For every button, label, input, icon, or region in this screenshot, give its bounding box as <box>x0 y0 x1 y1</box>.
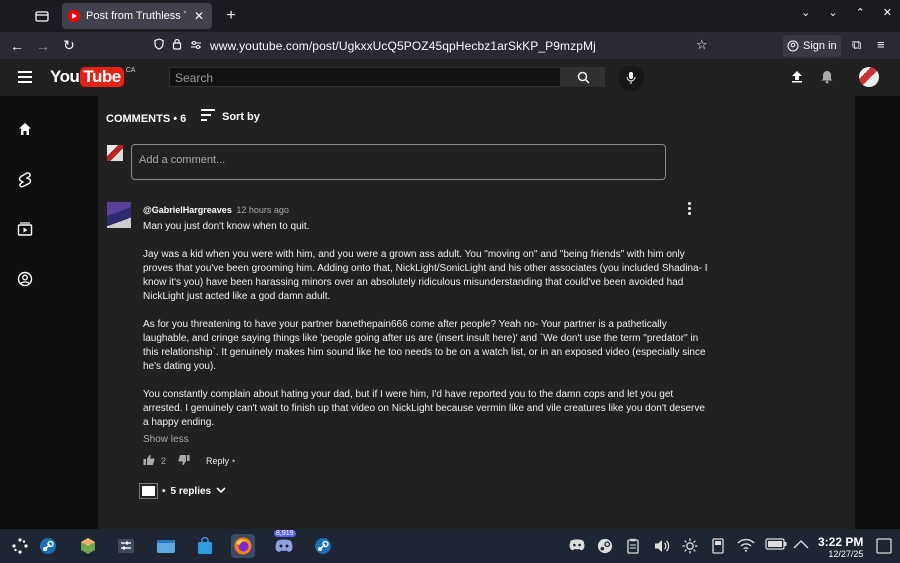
firefox-taskbar-icon[interactable] <box>231 534 255 558</box>
url-text[interactable]: www.youtube.com/post/UgkxxUcQ5POZ45qpHec… <box>210 39 596 53</box>
file-manager-icon[interactable] <box>154 534 178 558</box>
sort-icon <box>201 109 215 124</box>
window-controls: ⌄ ⌄ ⌃ ✕ <box>801 6 892 19</box>
youtube-masthead: You Tube CA Search <box>0 59 900 96</box>
sign-in-button[interactable]: Sign in <box>783 35 841 57</box>
tab-title: Post from Truthless The <box>86 10 186 22</box>
comment-author-avatar[interactable] <box>107 202 131 228</box>
show-desktop-icon[interactable] <box>876 538 892 557</box>
add-comment-input[interactable]: Add a comment... <box>131 144 666 180</box>
back-arrow-icon[interactable]: ← <box>4 35 30 57</box>
system-clock[interactable]: 3:22 PM 12/27/25 <box>818 535 863 559</box>
package-manager-icon[interactable] <box>76 534 100 558</box>
new-tab-icon[interactable]: + <box>222 7 240 25</box>
comment-paragraph: Jay was a kid when you were with him, an… <box>143 249 708 302</box>
storage-device-icon[interactable] <box>712 538 724 557</box>
search-button[interactable] <box>561 67 605 87</box>
youtube-favicon-icon <box>68 10 80 22</box>
brightness-icon[interactable] <box>682 538 698 557</box>
tracking-shield-icon[interactable] <box>154 37 164 55</box>
app-launcher-icon[interactable] <box>8 534 32 558</box>
youtube-logo[interactable]: You Tube CA <box>50 67 135 87</box>
guide-menu-icon[interactable] <box>18 71 32 86</box>
extensions-icon[interactable]: ⧉ <box>852 37 861 53</box>
reload-icon[interactable]: ↻ <box>56 35 82 57</box>
replies-count-label: 5 replies <box>170 485 212 497</box>
comments-panel: COMMENTS • 6 Sort by Add a comment... @G… <box>98 96 855 529</box>
search-input[interactable]: Search <box>169 67 561 87</box>
system-taskbar: 8,919 <box>0 529 900 563</box>
view-replies-button[interactable]: • 5 replies <box>139 483 226 499</box>
steam-icon[interactable] <box>36 534 60 558</box>
reply-author-avatar <box>139 483 158 499</box>
comment-timestamp[interactable]: 12 hours ago <box>236 205 289 215</box>
comment-actions: 2 Reply • <box>143 454 235 468</box>
tab-close-icon[interactable]: ✕ <box>192 9 206 23</box>
discord-tray-icon[interactable] <box>567 538 587 555</box>
tray-expand-chevron-icon[interactable] <box>793 538 809 553</box>
battery-icon[interactable] <box>765 538 787 553</box>
country-code: CA <box>125 67 136 74</box>
comments-count-header: COMMENTS • 6 <box>106 113 187 125</box>
search-icon <box>577 71 589 83</box>
clock-date: 12/27/25 <box>828 549 864 559</box>
discover-store-icon[interactable] <box>193 534 217 558</box>
notifications-bell-icon[interactable] <box>820 69 834 89</box>
shorts-icon[interactable] <box>17 171 35 189</box>
upload-icon[interactable] <box>790 69 804 88</box>
comment-paragraph: Man you just don't know when to quit. <box>143 221 310 232</box>
subscriptions-icon[interactable] <box>17 221 35 239</box>
steam-tray-icon[interactable] <box>597 538 613 557</box>
guide-sidebar <box>0 96 52 529</box>
comment-more-actions-icon[interactable] <box>688 202 694 217</box>
bookmark-star-icon[interactable]: ☆ <box>696 37 708 53</box>
current-user-avatar <box>107 145 123 161</box>
you-account-icon[interactable] <box>17 271 35 289</box>
comment-paragraph: You constantly complain about hating you… <box>143 389 705 428</box>
voice-search-button[interactable] <box>618 65 644 91</box>
logo-tube: Tube <box>80 67 124 87</box>
comment-header: @GabrielHargreaves 12 hours ago <box>143 205 289 215</box>
youtube-page: You Tube CA Search COMMENTS • 6 Sort by … <box>0 59 900 529</box>
show-less-link[interactable]: Show less <box>143 434 189 445</box>
steam-running-icon[interactable] <box>311 534 335 558</box>
active-tab[interactable]: Post from Truthless The ✕ <box>62 3 212 29</box>
close-window-icon[interactable]: ✕ <box>883 6 892 19</box>
permissions-icon[interactable] <box>190 37 202 55</box>
reply-separator: • <box>232 456 236 466</box>
wifi-icon[interactable] <box>737 538 755 555</box>
like-count: 2 <box>161 456 167 466</box>
comment-text: Man you just don't know when to quit. Ja… <box>143 220 713 444</box>
chevron-down-icon <box>216 486 226 497</box>
system-settings-icon[interactable] <box>114 534 138 558</box>
comment-author[interactable]: @GabrielHargreaves <box>143 205 232 215</box>
replies-separator: • <box>162 485 166 497</box>
url-bar[interactable]: www.youtube.com/post/UgkxxUcQ5POZ45qpHec… <box>146 35 716 56</box>
sign-in-label: Sign in <box>803 40 837 52</box>
discord-taskbar-icon[interactable]: 8,919 <box>272 530 296 558</box>
clock-time: 3:22 PM <box>818 535 864 549</box>
clipboard-icon[interactable] <box>627 538 639 557</box>
discord-badge: 8,919 <box>274 530 296 537</box>
logo-you: You <box>50 67 80 86</box>
lock-icon[interactable] <box>172 37 182 55</box>
tab-list-icon[interactable] <box>32 7 52 25</box>
like-thumb-up-icon[interactable] <box>143 454 155 468</box>
tab-overflow-chevron-icon[interactable]: ⌄ <box>801 6 810 19</box>
dislike-thumb-down-icon[interactable] <box>178 454 190 468</box>
account-avatar[interactable] <box>859 67 879 87</box>
minimize-icon[interactable]: ⌄ <box>828 6 837 19</box>
microphone-icon <box>626 72 636 84</box>
comment-paragraph: As for you threatening to have your part… <box>143 319 706 372</box>
home-icon[interactable] <box>17 121 35 139</box>
reply-button[interactable]: Reply <box>206 456 229 466</box>
volume-icon[interactable] <box>653 538 671 557</box>
maximize-icon[interactable]: ⌃ <box>856 6 865 19</box>
app-menu-icon[interactable]: ≡ <box>877 37 885 52</box>
browser-tab-bar: Post from Truthless The ✕ + ⌄ ⌄ ⌃ ✕ <box>0 0 900 32</box>
sort-by-button[interactable]: Sort by <box>201 109 260 124</box>
forward-arrow-icon[interactable]: → <box>30 35 56 57</box>
account-circle-icon <box>787 40 799 52</box>
sort-by-label: Sort by <box>222 110 260 123</box>
